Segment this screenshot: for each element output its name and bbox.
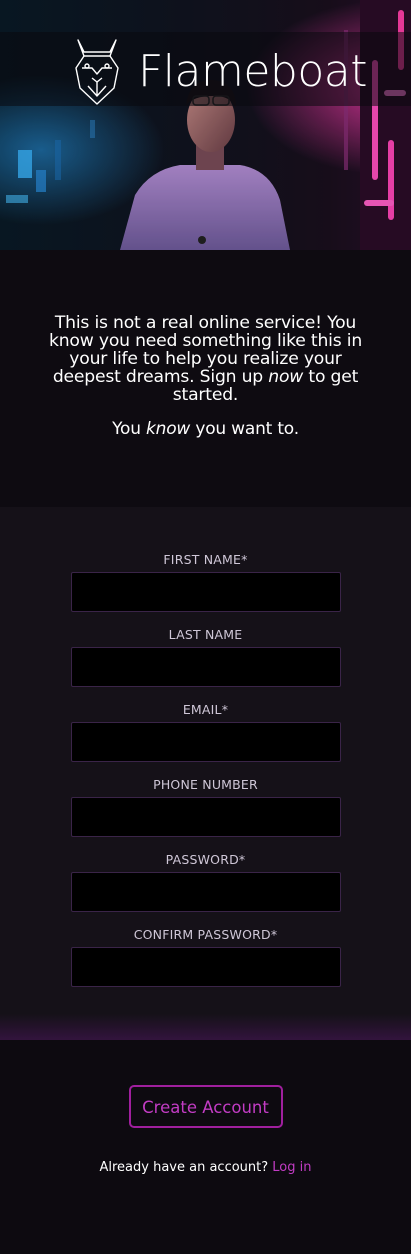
tagline-prefix: You (112, 419, 146, 439)
signup-form: FIRST NAME* LAST NAME EMAIL* PHONE NUMBE… (0, 507, 411, 1040)
email-label: EMAIL* (182, 702, 229, 717)
password-input[interactable] (70, 872, 341, 912)
confirm-password-group: CONFIRM PASSWORD* (70, 927, 341, 987)
phone-label: PHONE NUMBER (153, 777, 258, 792)
email-group: EMAIL* (70, 702, 341, 762)
login-link[interactable]: Log in (272, 1160, 311, 1175)
password-group: PASSWORD* (70, 852, 341, 912)
tagline-emphasis: know (146, 419, 191, 439)
first-name-input[interactable] (70, 572, 341, 612)
last-name-group: LAST NAME (70, 627, 341, 687)
login-prompt-text: Already have an account? (99, 1160, 269, 1175)
brand-name[interactable]: Flameboat (138, 44, 368, 100)
tagline-suffix: you want to. (190, 419, 299, 439)
login-prompt-line: Already have an account? Log in (0, 1160, 411, 1175)
phone-group: PHONE NUMBER (70, 777, 341, 837)
confirm-password-label: CONFIRM PASSWORD* (133, 927, 278, 942)
create-account-button[interactable]: Create Account (128, 1085, 283, 1128)
confirm-password-input[interactable] (70, 947, 341, 987)
intro-emphasis-now: now (268, 367, 304, 387)
first-name-group: FIRST NAME* (70, 552, 341, 612)
first-name-label: FIRST NAME* (163, 552, 248, 567)
intro-section: This is not a real online service! You k… (0, 250, 411, 507)
intro-tagline: You know you want to. (36, 420, 376, 438)
email-input[interactable] (70, 722, 341, 762)
hero-banner: Flameboat (0, 0, 411, 250)
phone-input[interactable] (70, 797, 341, 837)
last-name-label: LAST NAME (168, 627, 243, 642)
password-label: PASSWORD* (165, 852, 246, 867)
intro-text: This is not a real online service! You k… (36, 314, 376, 404)
dog-head-icon (75, 39, 119, 105)
footer-section: Create Account Already have an account? … (0, 1040, 411, 1254)
last-name-input[interactable] (70, 647, 341, 687)
